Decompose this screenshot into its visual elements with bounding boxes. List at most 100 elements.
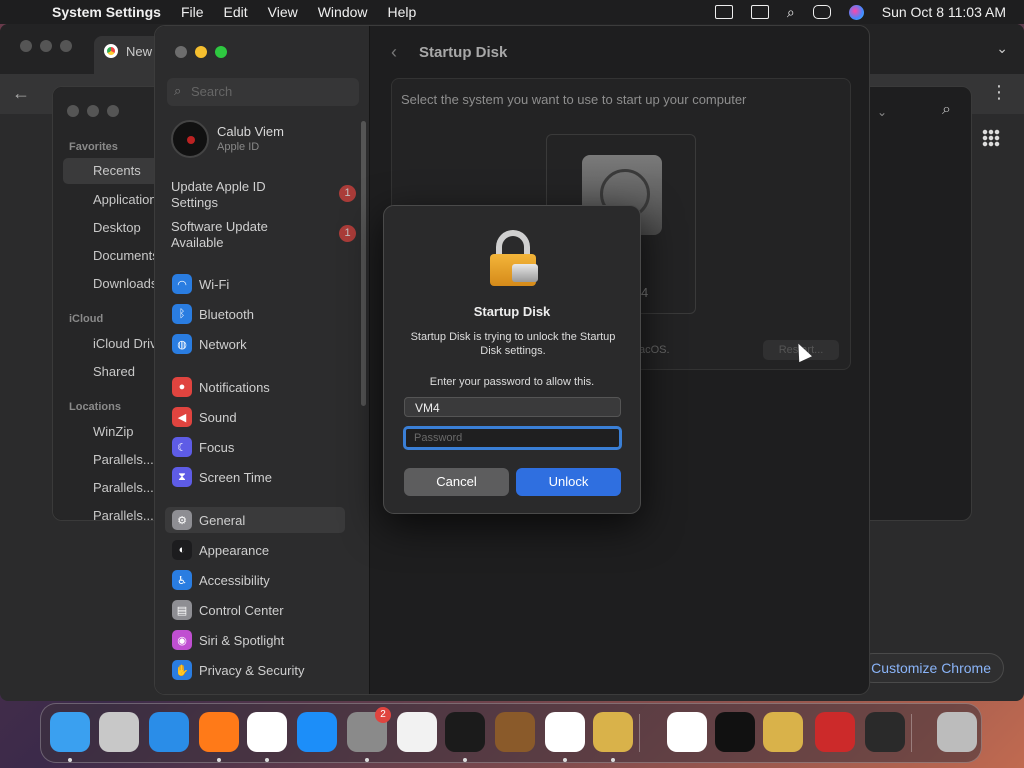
trash-icon[interactable] bbox=[937, 712, 977, 752]
sidebar-item-label: Wi-Fi bbox=[199, 276, 230, 292]
terminal-icon[interactable] bbox=[445, 712, 485, 752]
menu-window[interactable]: Window bbox=[318, 4, 368, 20]
sidebar-item-desktop[interactable]: Desktop bbox=[93, 220, 141, 235]
chrome-icon[interactable] bbox=[247, 712, 287, 752]
minimize-button[interactable] bbox=[40, 40, 52, 52]
globe-icon: ◍ bbox=[172, 334, 192, 354]
back-arrow-icon[interactable]: ← bbox=[12, 83, 30, 104]
running-indicator bbox=[611, 758, 615, 762]
freeform-icon[interactable] bbox=[667, 712, 707, 752]
sidebar-item-parallels[interactable]: Parallels... bbox=[93, 480, 154, 495]
dock-separator bbox=[911, 714, 912, 752]
back-chevron-icon[interactable]: ‹ bbox=[391, 42, 397, 63]
launchpad-icon[interactable] bbox=[99, 712, 139, 752]
finder-icon[interactable] bbox=[50, 712, 90, 752]
app-menu[interactable]: System Settings bbox=[52, 4, 161, 20]
sidebar-item-sound[interactable]: ◀ Sound bbox=[165, 404, 345, 430]
siri-icon[interactable] bbox=[848, 4, 864, 20]
password-field[interactable] bbox=[403, 426, 622, 450]
zoom-button[interactable] bbox=[107, 105, 119, 117]
settings-sidebar: ⌕ Search Calub Viem Apple ID Update Appl… bbox=[155, 26, 370, 694]
hand-icon: ✋ bbox=[172, 660, 192, 680]
menu-view[interactable]: View bbox=[268, 4, 298, 20]
sidebar-item-label: Accessibility bbox=[199, 572, 270, 588]
garageband-icon[interactable] bbox=[495, 712, 535, 752]
close-button[interactable] bbox=[175, 46, 187, 58]
username-field[interactable]: VM4 bbox=[404, 397, 621, 417]
search-icon: ⌕ bbox=[174, 83, 182, 98]
sidebar-item-privacy-security[interactable]: ✋ Privacy & Security bbox=[165, 657, 345, 683]
menu-help[interactable]: Help bbox=[388, 4, 417, 20]
search-field[interactable]: ⌕ Search bbox=[167, 78, 359, 106]
parallels-icon[interactable] bbox=[815, 712, 855, 752]
sidebar-item-wi-fi[interactable]: ◠ Wi-Fi bbox=[165, 271, 345, 297]
sidebar-item-parallels[interactable]: Parallels... bbox=[93, 452, 154, 467]
sidebar-item-label: Sound bbox=[199, 409, 237, 425]
chevron-down-icon[interactable]: ⌄ bbox=[996, 40, 1008, 57]
sidebar-item-appearance[interactable]: ◐ Appearance bbox=[165, 537, 345, 563]
app-store-icon[interactable] bbox=[297, 712, 337, 752]
control-center-icon[interactable] bbox=[812, 5, 831, 19]
sidebar-item-parallels[interactable]: Parallels... bbox=[93, 508, 154, 523]
sidebar-item-winzip[interactable]: WinZip bbox=[93, 424, 133, 439]
search-icon[interactable]: ⌕ bbox=[942, 101, 951, 119]
sidebar-item-general[interactable]: ⚙ General bbox=[165, 507, 345, 533]
downloads-stack-icon[interactable] bbox=[865, 712, 905, 752]
menu-edit[interactable]: Edit bbox=[224, 4, 248, 20]
notice-badge: 1 bbox=[339, 225, 356, 242]
zoom-button[interactable] bbox=[215, 46, 227, 58]
zoom-button[interactable] bbox=[60, 40, 72, 52]
sidebar-item-screen-time[interactable]: ⧗ Screen Time bbox=[165, 464, 345, 490]
sidebar-scrollbar[interactable] bbox=[361, 121, 366, 406]
close-button[interactable] bbox=[20, 40, 32, 52]
sidebar-item-recents[interactable]: Recents bbox=[63, 158, 163, 184]
sidebar-item-accessibility[interactable]: ♿ Accessibility bbox=[165, 567, 345, 593]
archive-icon[interactable] bbox=[593, 712, 633, 752]
sidebar-item-downloads[interactable]: Downloads bbox=[93, 276, 157, 291]
chrome-icon bbox=[104, 44, 118, 58]
spotlight-icon[interactable]: ⌕ bbox=[787, 4, 795, 21]
close-button[interactable] bbox=[67, 105, 79, 117]
sidebar-item-control-center[interactable]: ▤ Control Center bbox=[165, 597, 345, 623]
apps-grid-icon[interactable] bbox=[982, 129, 1000, 147]
screen-mirroring-icon[interactable] bbox=[750, 5, 769, 19]
vscode-icon[interactable] bbox=[545, 712, 585, 752]
textedit-icon[interactable] bbox=[397, 712, 437, 752]
minimize-button[interactable] bbox=[195, 46, 207, 58]
menu-file[interactable]: File bbox=[181, 4, 204, 20]
wifi-icon: ◠ bbox=[172, 274, 192, 294]
clock[interactable]: Sun Oct 8 11:03 AM bbox=[882, 4, 1006, 20]
auth-dialog: Startup Disk Startup Disk is trying to u… bbox=[383, 205, 641, 514]
chevron-down-icon[interactable]: ⌄ bbox=[877, 105, 887, 119]
appletv-icon[interactable] bbox=[715, 712, 755, 752]
firefox-icon[interactable] bbox=[199, 712, 239, 752]
cancel-button[interactable]: Cancel bbox=[404, 468, 509, 496]
sidebar-item-shared[interactable]: Shared bbox=[93, 364, 135, 379]
page-title: Startup Disk bbox=[419, 44, 508, 61]
sidebar-item-bluetooth[interactable]: ᛒ Bluetooth bbox=[165, 301, 345, 327]
sidebar-toggle-icon[interactable] bbox=[714, 5, 733, 19]
running-indicator bbox=[563, 758, 567, 762]
safari-icon[interactable] bbox=[149, 712, 189, 752]
notice-badge: 1 bbox=[339, 185, 356, 202]
sidebar-item-siri-spotlight[interactable]: ◉ Siri & Spotlight bbox=[165, 627, 345, 653]
sidebar-item-network[interactable]: ◍ Network bbox=[165, 331, 345, 357]
selected-system-text: acOS. bbox=[639, 344, 670, 356]
minimize-button[interactable] bbox=[87, 105, 99, 117]
unlock-button[interactable]: Unlock bbox=[516, 468, 621, 496]
sidebar-item-focus[interactable]: ☾ Focus bbox=[165, 434, 345, 460]
sidebar-item-applications[interactable]: Applications bbox=[93, 192, 163, 207]
profile-name: Calub Viem bbox=[217, 124, 284, 139]
hourglass-icon: ⧗ bbox=[172, 467, 192, 487]
winzip-icon[interactable] bbox=[763, 712, 803, 752]
profile-subtitle: Apple ID bbox=[217, 141, 260, 153]
avatar bbox=[171, 120, 209, 158]
update-apple-id-notice[interactable]: Update Apple ID Settings 1 bbox=[171, 179, 356, 211]
software-update-notice[interactable]: Software Update Available 1 bbox=[171, 219, 356, 251]
dock-separator bbox=[639, 714, 640, 752]
customize-chrome-button[interactable]: Customize Chrome bbox=[858, 653, 1004, 683]
siri-icon: ◉ bbox=[172, 630, 192, 650]
sidebar-item-documents[interactable]: Documents bbox=[93, 248, 159, 263]
more-menu-icon[interactable]: ⋮ bbox=[990, 82, 1008, 103]
sidebar-item-notifications[interactable]: ● Notifications bbox=[165, 374, 345, 400]
